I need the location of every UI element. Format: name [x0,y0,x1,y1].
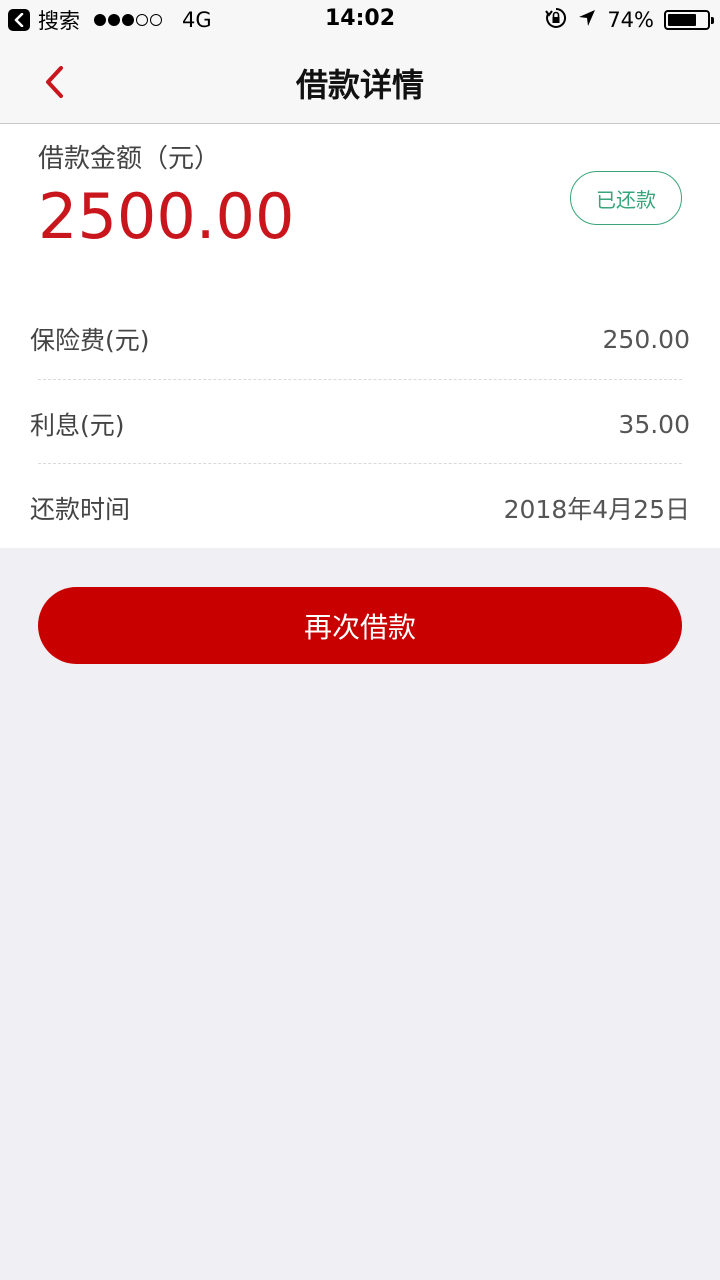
loan-amount-value: 2500.00 [38,180,295,253]
location-arrow-icon [577,8,597,33]
detail-value: 35.00 [618,409,690,439]
status-right: 74% [535,6,714,34]
status-badge: 已还款 [570,171,682,225]
detail-row-repay-date: 还款时间 2018年4月25日 [0,466,720,550]
row-divider [38,379,682,380]
detail-label: 利息(元) [30,411,125,440]
detail-row-interest: 利息(元) 35.00 [0,382,720,466]
navigation-bar: 借款详情 [0,40,720,124]
page-title: 借款详情 [295,66,424,104]
battery-icon [664,10,714,30]
detail-row-insurance: 保险费(元) 250.00 [0,297,720,381]
detail-label: 还款时间 [30,495,131,524]
status-bar: 搜索 4G 14:02 74% [0,0,720,40]
battery-level [668,14,697,26]
borrow-again-button[interactable]: 再次借款 [38,587,682,664]
detail-label: 保险费(元) [30,326,150,355]
detail-value: 2018年4月25日 [503,495,690,524]
detail-value: 250.00 [602,324,690,354]
orientation-lock-icon [545,7,567,34]
battery-percent: 74% [607,8,654,32]
loan-amount-label: 借款金额（元） [38,144,221,174]
loan-detail-card: 借款金额（元） 2500.00 已还款 保险费(元) 250.00 利息(元) … [0,124,720,548]
row-divider [38,463,682,464]
